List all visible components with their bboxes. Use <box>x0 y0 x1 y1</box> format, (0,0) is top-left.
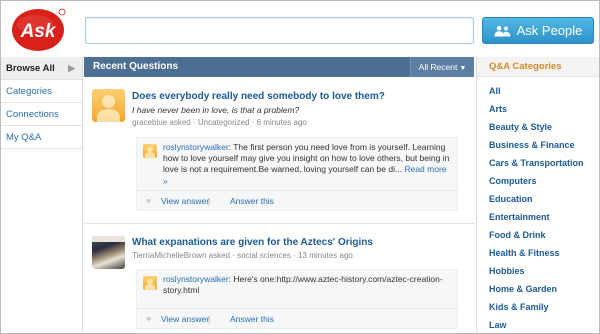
question-meta: graceblue asked · Uncategorized · 6 minu… <box>132 118 307 127</box>
asker-name[interactable]: graceblue <box>132 118 167 127</box>
meta-separator: · <box>293 251 296 260</box>
search-box[interactable] <box>85 17 474 44</box>
question-time: 6 minutes ago <box>256 118 307 127</box>
nav-item-label: My Q&A <box>6 132 42 143</box>
ask-logo[interactable]: Ask <box>11 6 67 52</box>
question-title[interactable]: Does everybody really need somebody to l… <box>132 91 385 102</box>
answerer-name[interactable]: roslynstorywalker <box>163 142 229 152</box>
category-link[interactable]: Entertainment <box>489 208 599 226</box>
nav-item-label: Connections <box>6 109 59 120</box>
category-link[interactable]: Home & Garden <box>489 280 599 298</box>
answer-actions: ♥ View answer | Answer this <box>137 308 457 328</box>
asker-avatar[interactable] <box>92 89 125 122</box>
meta-separator: · <box>192 118 196 127</box>
answer-preview: roslynstorywalker: The first person you … <box>136 137 458 211</box>
category-link[interactable]: Law <box>489 316 599 334</box>
header: Ask Ask People <box>1 1 599 57</box>
view-answer-link[interactable]: View answer <box>161 309 209 329</box>
category-link[interactable]: Hobbies <box>489 262 599 280</box>
recent-questions-panel: Recent Questions All Recent ▼ Does everyb… <box>84 57 474 333</box>
asker-avatar[interactable] <box>92 236 125 269</box>
panel-header: Recent Questions All Recent ▼ <box>84 57 474 77</box>
category-link[interactable]: All <box>489 82 599 100</box>
category-link[interactable]: Education <box>489 190 599 208</box>
ask-people-label: Ask People <box>516 23 583 38</box>
nav-item-label: Browse All <box>6 63 55 74</box>
category-link[interactable]: Food & Drink <box>489 226 599 244</box>
category-list: All Arts Beauty & Style Business & Finan… <box>477 77 599 334</box>
left-nav: Browse All ▶ Categories Connections My Q… <box>1 57 83 333</box>
category-link[interactable]: Cars & Transportation <box>489 154 599 172</box>
question-meta: TierriaMichelleBrown asked · social scie… <box>132 251 353 260</box>
logo-text: Ask <box>20 21 57 42</box>
asked-word: asked <box>208 251 230 260</box>
ask-people-button[interactable]: Ask People <box>482 17 594 44</box>
category-link[interactable]: Arts <box>489 100 599 118</box>
nav-item-categories[interactable]: Categories <box>1 80 82 103</box>
category-link[interactable]: Health & Fitness <box>489 244 599 262</box>
panel-title: Recent Questions <box>93 61 179 72</box>
answer-this-link[interactable]: Answer this <box>230 309 274 329</box>
answer-text: roslynstorywalker: Here's one:http://www… <box>163 274 443 296</box>
nav-item-connections[interactable]: Connections <box>1 103 82 126</box>
filter-label: All Recent <box>418 62 458 72</box>
question-category[interactable]: Uncategorized <box>198 118 250 127</box>
meta-separator: · <box>251 118 255 127</box>
actions-divider: | <box>208 314 211 324</box>
people-icon <box>494 25 512 37</box>
chevron-right-icon: ▶ <box>68 63 75 73</box>
heart-icon[interactable]: ♥ <box>146 309 151 329</box>
caret-down-icon: ▼ <box>459 65 467 72</box>
actions-divider: | <box>208 196 211 206</box>
meta-separator: · <box>232 251 235 260</box>
nav-item-label: Categories <box>6 86 52 97</box>
category-link[interactable]: Business & Finance <box>489 136 599 154</box>
answerer-name[interactable]: roslynstorywalker <box>163 274 229 284</box>
question-category[interactable]: social sciences <box>237 251 291 260</box>
asker-name[interactable]: TierriaMichelleBrown <box>132 251 206 260</box>
answer-text: roslynstorywalker: The first person you … <box>163 142 450 186</box>
categories-title: Q&A Categories <box>477 57 599 77</box>
answer-this-link[interactable]: Answer this <box>230 191 274 211</box>
category-link[interactable]: Computers <box>489 172 599 190</box>
question-title[interactable]: What expanations are given for the Aztec… <box>132 237 373 248</box>
category-link[interactable]: Kids & Family <box>489 298 599 316</box>
view-answer-link[interactable]: View answer <box>161 191 209 211</box>
category-link[interactable]: Beauty & Style <box>489 118 599 136</box>
categories-panel: Q&A Categories All Arts Beauty & Style B… <box>476 57 599 333</box>
question-divider <box>84 223 474 224</box>
nav-item-my-qa[interactable]: My Q&A <box>1 126 82 149</box>
answerer-avatar[interactable] <box>143 144 157 158</box>
nav-item-browse-all[interactable]: Browse All ▶ <box>1 57 82 80</box>
question-time: 13 minutes ago <box>298 251 353 260</box>
asked-word: asked <box>169 118 191 127</box>
heart-icon[interactable]: ♥ <box>146 191 151 211</box>
question-detail: I have never been in love, is that a pro… <box>132 105 300 115</box>
answer-preview: roslynstorywalker: Here's one:http://www… <box>136 269 458 329</box>
answer-actions: ♥ View answer | Answer this <box>137 190 457 210</box>
search-input[interactable] <box>86 18 473 43</box>
all-recent-dropdown[interactable]: All Recent ▼ <box>410 57 474 77</box>
answerer-avatar[interactable] <box>143 276 157 290</box>
